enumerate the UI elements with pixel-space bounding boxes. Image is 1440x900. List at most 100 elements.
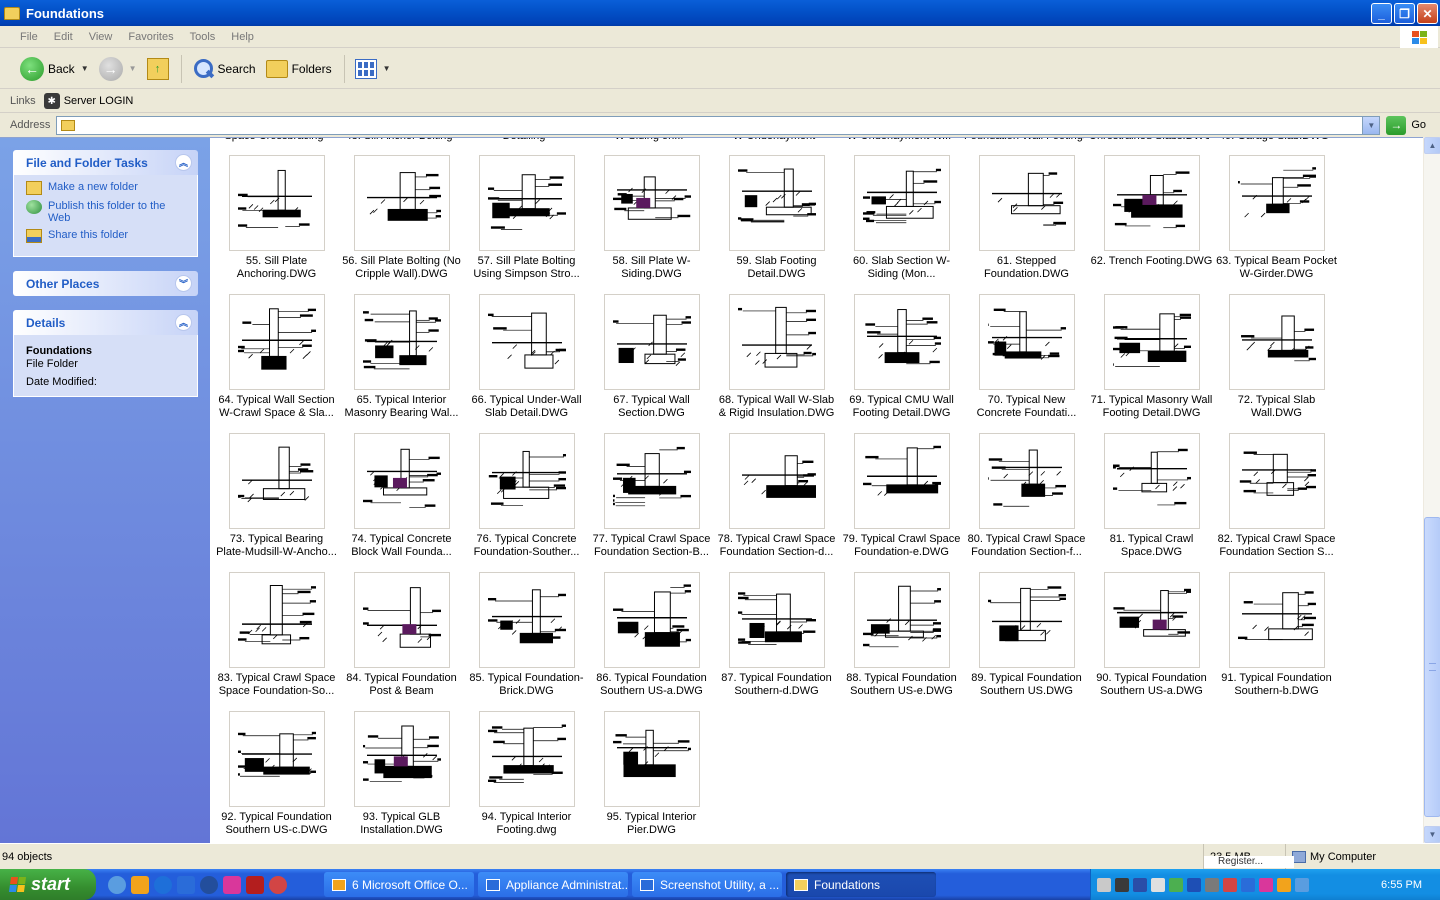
address-input[interactable]: ▼ <box>56 115 1381 135</box>
file-name[interactable]: 93. Typical GLB Installation.DWG <box>341 811 463 838</box>
file-thumbnail[interactable] <box>1228 155 1325 251</box>
file-item[interactable]: 91. Typical Foundation Southern-b.DWG <box>1214 572 1339 711</box>
file-name[interactable]: 66. Typical Under-Wall Slab Detail.DWG <box>466 394 588 421</box>
file-thumbnail[interactable] <box>603 572 700 668</box>
network-icon[interactable] <box>108 875 126 894</box>
partial-caption[interactable]: 48. Sill Anchor Bolting <box>339 138 459 142</box>
file-item[interactable]: 67. Typical Wall Section.DWG <box>589 294 714 433</box>
file-item[interactable]: 81. Typical Crawl Space.DWG <box>1089 433 1214 572</box>
file-thumbnail[interactable] <box>728 572 825 668</box>
vertical-scrollbar[interactable]: ▲ ▼ <box>1423 137 1440 843</box>
tray-network-icon[interactable] <box>1205 877 1219 892</box>
file-folder-tasks-header[interactable]: File and Folder Tasks ︽ <box>13 150 198 175</box>
file-item[interactable]: 73. Typical Bearing Plate-Mudsill-W-Anch… <box>214 433 339 572</box>
file-name[interactable]: 60. Slab Section W-Siding (Mon... <box>841 255 963 282</box>
file-item[interactable]: 92. Typical Foundation Southern US-c.DWG <box>214 711 339 843</box>
file-thumbnail[interactable] <box>353 294 450 390</box>
file-name[interactable]: 91. Typical Foundation Southern-b.DWG <box>1216 672 1338 699</box>
file-name[interactable]: 81. Typical Crawl Space.DWG <box>1091 533 1213 560</box>
file-name[interactable]: 94. Typical Interior Footing.dwg <box>466 811 588 838</box>
file-name[interactable]: 69. Typical CMU Wall Footing Detail.DWG <box>841 394 963 421</box>
file-name[interactable]: 76. Typical Concrete Foundation-Souther.… <box>466 533 588 560</box>
file-name[interactable]: 70. Typical New Concrete Foundati... <box>966 394 1088 421</box>
file-item[interactable]: 71. Typical Masonry Wall Footing Detail.… <box>1089 294 1214 433</box>
close-button[interactable]: ✕ <box>1417 3 1438 24</box>
file-name[interactable]: 86. Typical Foundation Southern US-a.DWG <box>591 672 713 699</box>
file-item[interactable]: 84. Typical Foundation Post & Beam Detai… <box>339 572 464 711</box>
start-button[interactable]: start <box>0 869 96 900</box>
collapse-icon[interactable]: ︽ <box>175 154 192 171</box>
app-red-icon[interactable] <box>246 875 264 894</box>
file-thumbnail[interactable] <box>1228 433 1325 529</box>
collapse-icon[interactable]: ︽ <box>175 314 192 331</box>
file-thumbnail[interactable] <box>478 155 575 251</box>
file-name[interactable]: 80. Typical Crawl Space Foundation Secti… <box>966 533 1088 560</box>
up-button[interactable]: ↑ <box>143 53 173 85</box>
file-item[interactable]: 83. Typical Crawl Space Space Foundation… <box>214 572 339 711</box>
file-item[interactable]: 65. Typical Interior Masonry Bearing Wal… <box>339 294 464 433</box>
file-thumbnail[interactable] <box>978 294 1075 390</box>
partial-caption[interactable]: Space Crossbracing <box>214 138 334 142</box>
file-item[interactable]: 68. Typical Wall W-Slab & Rigid Insulati… <box>714 294 839 433</box>
tray-wifi-icon[interactable] <box>1169 877 1183 892</box>
file-thumbnail[interactable] <box>1103 433 1200 529</box>
menu-view[interactable]: View <box>81 31 121 43</box>
tray-security-icon[interactable] <box>1223 877 1237 892</box>
menu-file[interactable]: File <box>0 31 46 43</box>
file-thumbnail[interactable] <box>1228 294 1325 390</box>
file-item[interactable]: 66. Typical Under-Wall Slab Detail.DWG <box>464 294 589 433</box>
tray-pen-icon[interactable] <box>1097 877 1111 892</box>
menu-edit[interactable]: Edit <box>46 31 81 43</box>
tray-t-icon[interactable] <box>1259 877 1273 892</box>
file-name[interactable]: 83. Typical Crawl Space Space Foundation… <box>216 672 338 699</box>
back-button[interactable]: ← Back ▼ <box>16 53 93 85</box>
address-dropdown-icon[interactable]: ▼ <box>1362 116 1380 134</box>
details-header[interactable]: Details ︽ <box>13 310 198 335</box>
file-name[interactable]: 72. Typical Slab Wall.DWG <box>1216 394 1338 421</box>
file-name[interactable]: 73. Typical Bearing Plate-Mudsill-W-Anch… <box>216 533 338 560</box>
taskbar-screenshot-button[interactable]: Screenshot Utility, a ... <box>632 872 782 897</box>
chevron-down-icon[interactable]: ▼ <box>129 64 137 73</box>
app-t-icon[interactable] <box>223 875 241 894</box>
tray-app-icon[interactable] <box>1241 877 1255 892</box>
file-item[interactable]: 74. Typical Concrete Block Wall Founda..… <box>339 433 464 572</box>
file-thumbnail[interactable] <box>1103 294 1200 390</box>
scroll-thumb[interactable] <box>1424 517 1440 817</box>
file-item[interactable]: 93. Typical GLB Installation.DWG <box>339 711 464 843</box>
file-item[interactable]: 87. Typical Foundation Southern-d.DWG <box>714 572 839 711</box>
file-name[interactable]: 55. Sill Plate Anchoring.DWG <box>216 255 338 282</box>
file-item[interactable]: 79. Typical Crawl Space Foundation-e.DWG <box>839 433 964 572</box>
file-item[interactable]: 90. Typical Foundation Southern US-a.DWG <box>1089 572 1214 711</box>
file-item[interactable]: 95. Typical Interior Pier.DWG <box>589 711 714 843</box>
tray-arrow-icon[interactable] <box>1187 877 1201 892</box>
file-thumbnail[interactable] <box>728 433 825 529</box>
restore-button[interactable]: ❐ <box>1394 3 1415 24</box>
file-item[interactable]: 76. Typical Concrete Foundation-Souther.… <box>464 433 589 572</box>
forward-button[interactable]: → ▼ <box>95 53 141 85</box>
menu-tools[interactable]: Tools <box>182 31 224 43</box>
file-name[interactable]: 64. Typical Wall Section W-Crawl Space &… <box>216 394 338 421</box>
file-list-view[interactable]: Space Crossbracing 48. Sill Anchor Boltin… <box>210 137 1423 843</box>
file-item[interactable]: 62. Trench Footing.DWG <box>1089 155 1214 294</box>
file-item[interactable]: 88. Typical Foundation Southern US-e.DWG <box>839 572 964 711</box>
partial-caption[interactable]: 49. Garage Slab.DWG <box>1214 138 1334 142</box>
file-item[interactable]: 86. Typical Foundation Southern US-a.DWG <box>589 572 714 711</box>
file-thumbnail[interactable] <box>353 433 450 529</box>
file-thumbnail[interactable] <box>603 294 700 390</box>
file-name[interactable]: 90. Typical Foundation Southern US-a.DWG <box>1091 672 1213 699</box>
file-name[interactable]: 65. Typical Interior Masonry Bearing Wal… <box>341 394 463 421</box>
taskbar-appliance-button[interactable]: Appliance Administrat... <box>478 872 628 897</box>
file-name[interactable]: 58. Sill Plate W-Siding.DWG <box>591 255 713 282</box>
menu-favorites[interactable]: Favorites <box>120 31 181 43</box>
tray-volume-icon[interactable] <box>1151 877 1165 892</box>
file-item[interactable]: 77. Typical Crawl Space Foundation Secti… <box>589 433 714 572</box>
file-thumbnail[interactable] <box>853 155 950 251</box>
tray-misc-icon[interactable] <box>1295 877 1309 892</box>
taskbar-foundations-button[interactable]: Foundations <box>786 872 936 897</box>
file-name[interactable]: 84. Typical Foundation Post & Beam Detai… <box>341 672 463 699</box>
file-name[interactable]: 61. Stepped Foundation.DWG <box>966 255 1088 282</box>
file-thumbnail[interactable] <box>728 155 825 251</box>
file-item[interactable]: 63. Typical Beam Pocket W-Girder.DWG <box>1214 155 1339 294</box>
file-item[interactable]: 56. Sill Plate Bolting (No Cripple Wall)… <box>339 155 464 294</box>
file-item[interactable]: 85. Typical Foundation-Brick.DWG <box>464 572 589 711</box>
